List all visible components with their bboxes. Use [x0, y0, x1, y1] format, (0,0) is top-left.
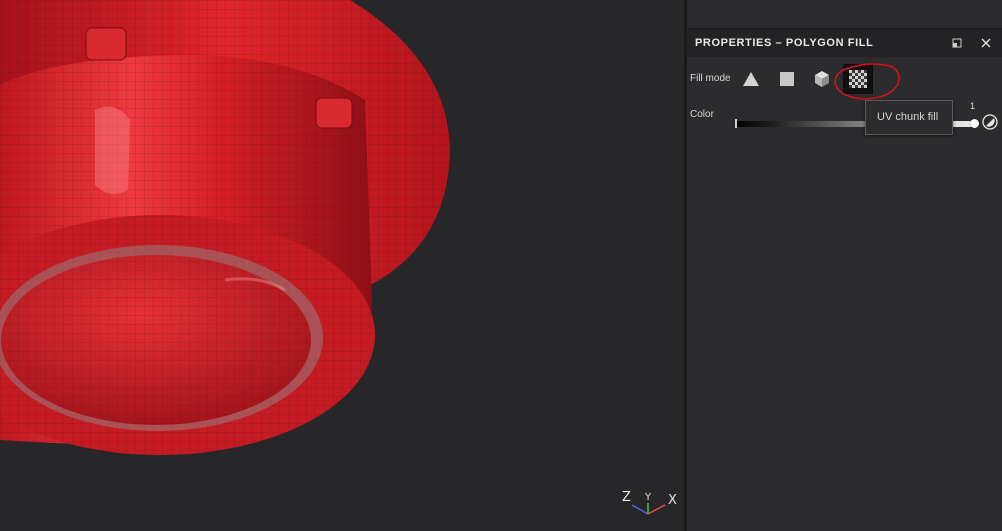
fill-mode-uv-chunk-button[interactable]	[843, 64, 873, 94]
cube-icon	[815, 71, 829, 87]
color-label: Color	[690, 109, 714, 120]
square-icon	[780, 72, 794, 86]
triangle-icon	[743, 72, 759, 86]
color-slider-start-marker	[735, 119, 737, 128]
panel-title: PROPERTIES – POLYGON FILL	[695, 37, 874, 49]
float-window-icon	[952, 38, 962, 48]
tooltip: UV chunk fill	[865, 100, 953, 135]
properties-panel: PROPERTIES – POLYGON FILL Fill mode Colo…	[687, 0, 1002, 531]
axis-gizmo: Z Y X	[618, 488, 682, 522]
color-picker-button[interactable]	[982, 114, 998, 130]
color-picker-icon	[982, 114, 998, 130]
fill-mode-object-button[interactable]	[807, 64, 837, 94]
color-slider-value: 1	[970, 101, 976, 111]
close-button[interactable]	[979, 36, 993, 50]
axis-y-label: Y	[645, 492, 652, 503]
panel-header: PROPERTIES – POLYGON FILL	[687, 29, 1002, 57]
axis-x-label: X	[668, 493, 677, 508]
viewport-3d[interactable]: Z Y X	[0, 0, 684, 531]
panel-topbar	[687, 0, 1002, 29]
fill-mode-triangle-button[interactable]	[736, 64, 766, 94]
color-slider-thumb[interactable]	[970, 119, 979, 128]
fill-mode-label: Fill mode	[690, 73, 731, 84]
checkerboard-icon	[849, 70, 867, 88]
fill-mode-polygon-button[interactable]	[772, 64, 802, 94]
hydrant-model	[0, 0, 450, 455]
close-icon	[981, 38, 991, 48]
axis-z-label: Z	[622, 490, 631, 505]
float-window-button[interactable]	[950, 36, 964, 50]
